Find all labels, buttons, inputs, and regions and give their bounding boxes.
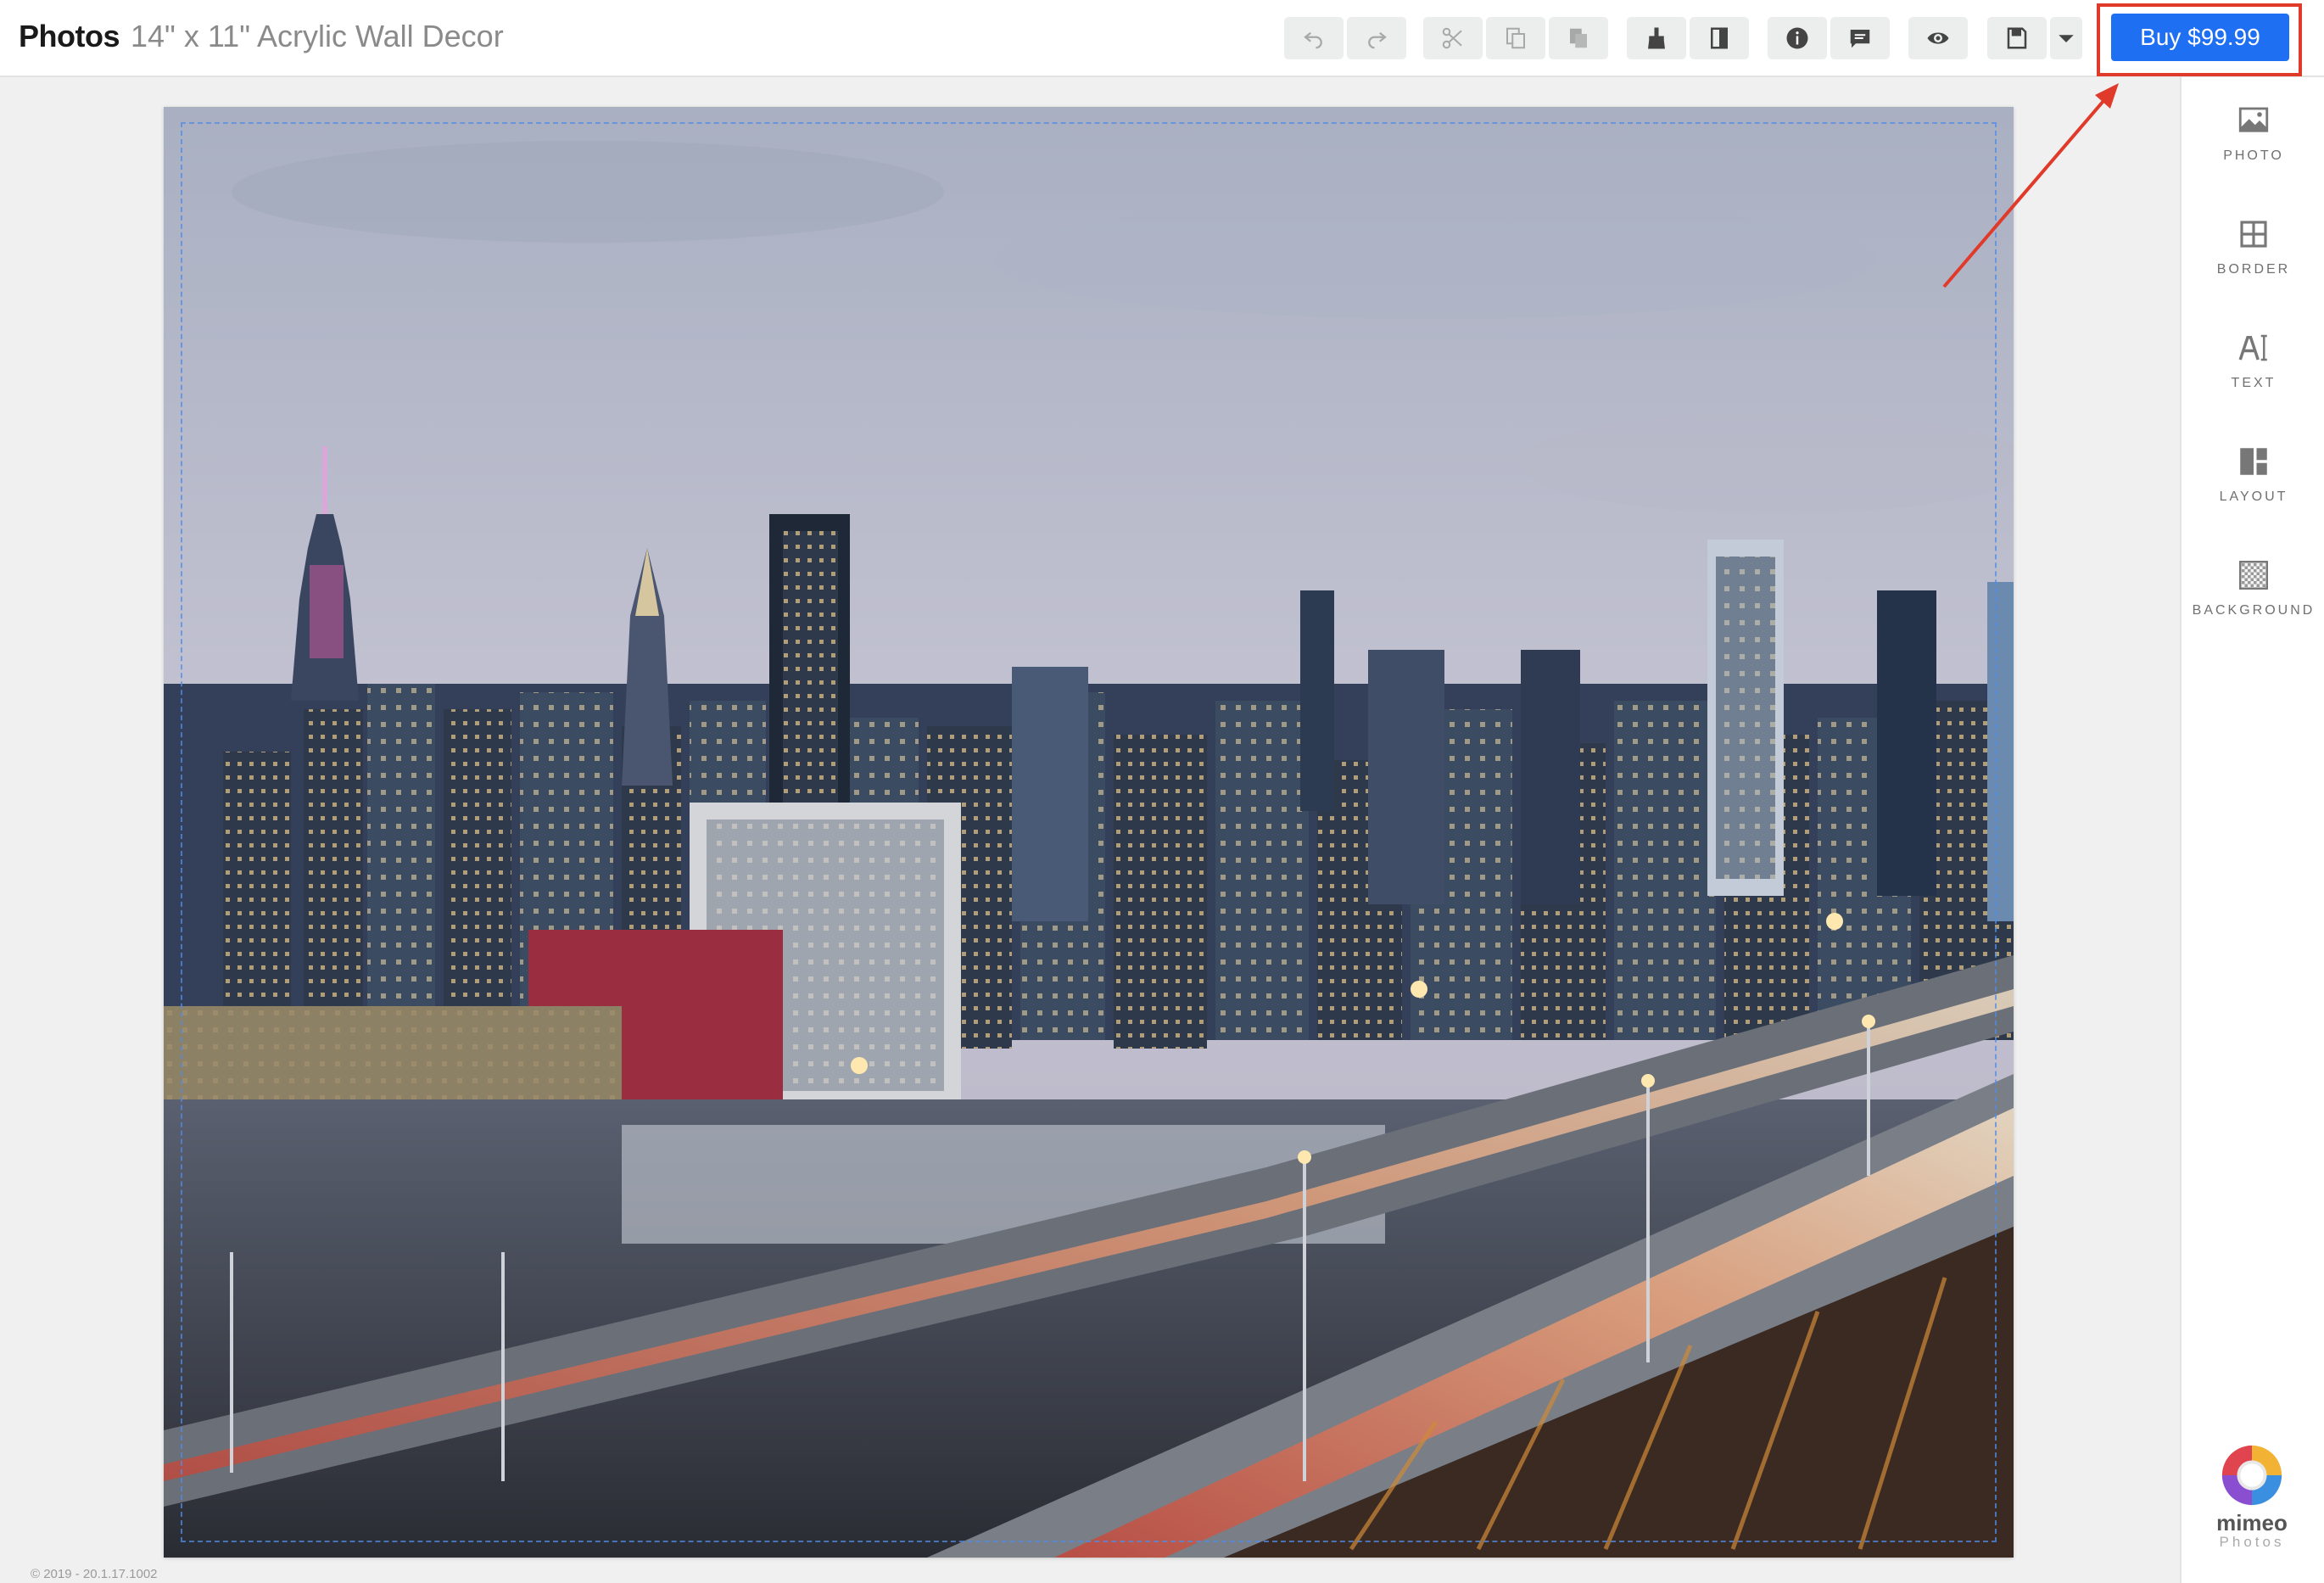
cut-icon — [1442, 27, 1462, 49]
side-panel: PHOTO BORDER TEXT LAYOUT BACKGROUND — [2180, 77, 2324, 1583]
panel-item-layout[interactable]: LAYOUT — [2182, 444, 2324, 545]
undo-button[interactable] — [1284, 17, 1344, 59]
city-skyline-photo[interactable] — [164, 107, 2014, 1558]
panel-item-text[interactable]: TEXT — [2182, 330, 2324, 432]
copy-button[interactable] — [1486, 17, 1545, 59]
chevron-down-icon — [2059, 35, 2074, 42]
info-button[interactable] — [1768, 17, 1827, 59]
clean-button[interactable] — [1627, 17, 1686, 59]
panel-label-layout: LAYOUT — [2219, 489, 2288, 504]
save-options-dropdown[interactable] — [2050, 17, 2082, 59]
mimeo-logo-icon — [2221, 1445, 2282, 1506]
brand-logo: mimeo Photos — [2180, 1442, 2324, 1551]
brand-name: mimeo — [2216, 1510, 2288, 1535]
split-view-button[interactable] — [1690, 17, 1749, 59]
brand-sub: Photos — [2219, 1534, 2285, 1550]
copy-icon — [1506, 27, 1525, 49]
top-bar: Photos 14" x 11" Acrylic Wall Decor Buy … — [0, 0, 2324, 77]
app-title: Photos — [19, 19, 120, 53]
design-canvas[interactable] — [164, 107, 2014, 1558]
panel-label-border: BORDER — [2216, 262, 2291, 277]
panel-item-photo[interactable]: PHOTO — [2182, 103, 2324, 204]
preview-tool-group — [1908, 17, 1968, 59]
undo-icon — [1304, 31, 1322, 49]
clipboard-tool-group — [1423, 17, 1608, 59]
save-tool-group — [1987, 17, 2082, 59]
panel-label-text: TEXT — [2231, 376, 2277, 390]
redo-button[interactable] — [1347, 17, 1406, 59]
panel-label-background: BACKGROUND — [2192, 603, 2316, 618]
history-tool-group — [1284, 17, 1406, 59]
preview-button[interactable] — [1908, 17, 1968, 59]
redo-icon — [1368, 31, 1387, 49]
comment-button[interactable] — [1830, 17, 1890, 59]
version-label: © 2019 - 20.1.17.1002 — [31, 1567, 158, 1581]
text-cursor-icon — [2238, 334, 2267, 361]
panel-label-photo: PHOTO — [2223, 148, 2284, 163]
info-tool-group — [1768, 17, 1890, 59]
save-button[interactable] — [1987, 17, 2047, 59]
save-icon — [2007, 27, 2027, 49]
layout-icon — [2240, 448, 2267, 475]
split-view-icon — [1711, 27, 1728, 49]
panel-item-border[interactable]: BORDER — [2182, 216, 2324, 318]
border-grid-icon — [2240, 221, 2267, 248]
edit-tool-group — [1627, 17, 1749, 59]
paste-icon — [1570, 28, 1587, 48]
paste-button[interactable] — [1549, 17, 1608, 59]
document-title: 14" x 11" Acrylic Wall Decor — [131, 19, 504, 53]
clean-brush-icon — [1648, 27, 1665, 49]
cut-button[interactable] — [1423, 17, 1483, 59]
buy-button[interactable]: Buy $99.99 — [2111, 14, 2289, 61]
comment-icon — [1850, 30, 1870, 48]
info-icon — [1786, 27, 1808, 49]
background-pattern-icon — [2239, 561, 2268, 590]
image-icon — [2238, 107, 2269, 132]
panel-item-background[interactable]: BACKGROUND — [2182, 557, 2324, 659]
eye-icon — [1927, 32, 1949, 44]
